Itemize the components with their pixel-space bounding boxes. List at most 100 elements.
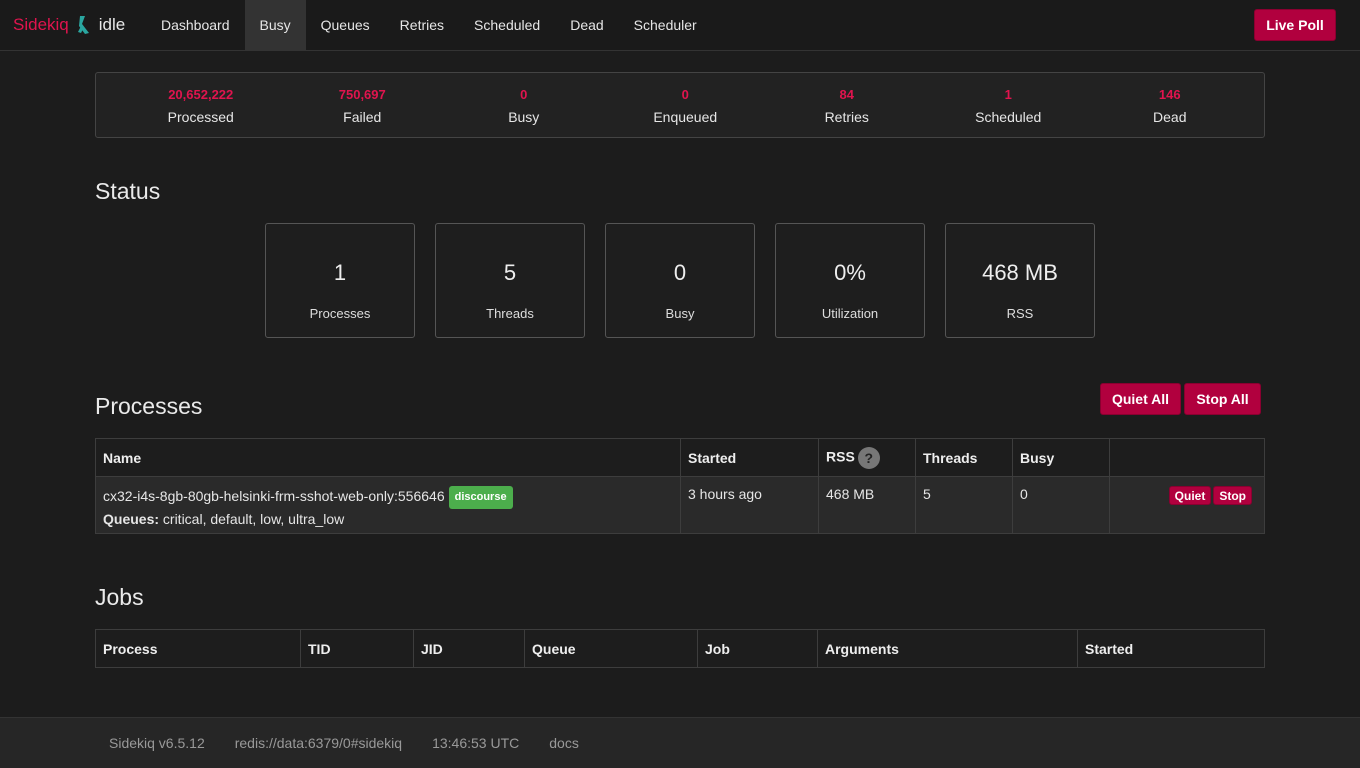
actions-cell: Quiet Stop xyxy=(1109,476,1265,534)
stat-count: 146 xyxy=(1158,87,1181,102)
queues-list: critical, default, low, ultra_low xyxy=(162,511,345,527)
nav-scheduled[interactable]: Scheduled xyxy=(459,0,555,50)
card-label: Busy xyxy=(665,306,695,321)
help-icon[interactable]: ? xyxy=(857,447,880,469)
col-busy: Busy xyxy=(1012,438,1110,477)
stat-label: Failed xyxy=(343,109,382,125)
nav-label: Scheduled xyxy=(474,17,541,33)
brand-link[interactable]: Sidekiq idle xyxy=(0,0,146,50)
live-poll-button[interactable]: Live Poll xyxy=(1254,9,1336,41)
nav-dashboard[interactable]: Dashboard xyxy=(146,0,245,50)
nav-label: Dashboard xyxy=(161,17,230,33)
card-threads: 5 Threads xyxy=(435,223,585,338)
threads-cell: 5 xyxy=(915,476,1013,534)
brand-name: Sidekiq xyxy=(13,15,69,34)
col-rss: RSS? xyxy=(818,438,916,477)
stat-count: 1 xyxy=(1004,87,1012,102)
nav-label: Busy xyxy=(259,17,291,33)
processes-table: Name Started RSS? Threads Busy cx32-i4s-… xyxy=(95,438,1265,534)
stat-label: Busy xyxy=(508,109,540,125)
nav-busy[interactable]: Busy xyxy=(244,0,306,50)
card-value: 0% xyxy=(834,260,866,285)
card-value: 1 xyxy=(333,260,347,285)
queues-label: Queues: xyxy=(103,511,160,527)
process-actions: Quiet All Stop All xyxy=(1100,383,1261,415)
footer-time: 13:46:53 UTC xyxy=(432,735,520,751)
summary-bar: 20,652,222 Processed 750,697 Failed 0 Bu… xyxy=(95,72,1265,138)
col-jid: JID xyxy=(413,629,525,668)
card-label: RSS xyxy=(1006,306,1034,321)
stat-count: 0 xyxy=(520,87,528,102)
nav-scheduler[interactable]: Scheduler xyxy=(619,0,712,50)
quiet-button[interactable]: Quiet xyxy=(1168,486,1212,505)
stat-label: Dead xyxy=(1153,109,1187,125)
col-process: Process xyxy=(95,629,301,668)
processes-heading: Processes xyxy=(95,393,203,419)
col-job: Job xyxy=(697,629,818,668)
table-row: cx32-i4s-8gb-80gb-helsinki-frm-sshot-web… xyxy=(95,476,1265,534)
footer-redis: redis://data:6379/0#sidekiq xyxy=(234,735,403,751)
card-value: 5 xyxy=(503,260,517,285)
footer-docs-link[interactable]: docs xyxy=(549,735,579,751)
col-started: Started xyxy=(680,438,819,477)
nav-label: Dead xyxy=(570,17,604,33)
card-label: Utilization xyxy=(821,306,879,321)
footer-version: Sidekiq v6.5.12 xyxy=(109,735,205,751)
col-rss-label: RSS xyxy=(826,448,855,465)
rss-cell: 468 MB xyxy=(818,476,916,534)
stat-processed[interactable]: 20,652,222 Processed xyxy=(120,87,282,137)
card-utilization: 0% Utilization xyxy=(775,223,925,338)
stat-failed[interactable]: 750,697 Failed xyxy=(282,87,444,137)
stat-count: 0 xyxy=(681,87,689,102)
jobs-heading: Jobs xyxy=(95,584,144,610)
status-heading: Status xyxy=(95,178,161,204)
stop-button[interactable]: Stop xyxy=(1213,486,1252,505)
started-cell: 3 hours ago xyxy=(680,476,819,534)
nav-queues[interactable]: Queues xyxy=(306,0,385,50)
process-name: cx32-i4s-8gb-80gb-helsinki-frm-sshot-web… xyxy=(103,488,445,504)
card-busy: 0 Busy xyxy=(605,223,755,338)
sidekiq-logo-icon xyxy=(77,15,91,35)
col-queue: Queue xyxy=(524,629,698,668)
stat-count: 84 xyxy=(839,87,854,102)
stat-busy[interactable]: 0 Busy xyxy=(443,87,605,137)
navbar: Sidekiq idle Dashboard Busy Queues Retri… xyxy=(0,0,1360,51)
table-header-row: Name Started RSS? Threads Busy xyxy=(95,438,1265,477)
busy-cell: 0 xyxy=(1012,476,1110,534)
col-arguments: Arguments xyxy=(817,629,1078,668)
stat-label: Scheduled xyxy=(975,109,1042,125)
process-name-cell: cx32-i4s-8gb-80gb-helsinki-frm-sshot-web… xyxy=(95,476,681,534)
process-tag: discourse xyxy=(448,486,513,509)
stat-label: Retries xyxy=(824,109,869,125)
stat-count: 20,652,222 xyxy=(168,87,234,102)
brand-state: idle xyxy=(98,15,126,34)
col-threads: Threads xyxy=(915,438,1013,477)
card-rss: 468 MB RSS xyxy=(945,223,1095,338)
card-value: 468 MB xyxy=(982,260,1058,285)
stat-count: 750,697 xyxy=(338,87,386,102)
nav-label: Queues xyxy=(320,17,370,33)
stat-label: Processed xyxy=(167,109,234,125)
stat-retries[interactable]: 84 Retries xyxy=(766,87,928,137)
nav-dead[interactable]: Dead xyxy=(555,0,618,50)
nav-label: Scheduler xyxy=(633,17,697,33)
col-tid: TID xyxy=(300,629,414,668)
col-actions xyxy=(1109,438,1265,477)
col-name: Name xyxy=(95,438,681,477)
col-started: Started xyxy=(1077,629,1265,668)
footer: Sidekiq v6.5.12 redis://data:6379/0#side… xyxy=(0,717,1360,768)
stat-dead[interactable]: 146 Dead xyxy=(1089,87,1251,137)
quiet-all-button[interactable]: Quiet All xyxy=(1100,383,1181,415)
card-label: Threads xyxy=(486,306,534,321)
card-processes: 1 Processes xyxy=(265,223,415,338)
stat-scheduled[interactable]: 1 Scheduled xyxy=(928,87,1090,137)
status-cards: 1 Processes 5 Threads 0 Busy 0% Utilizat… xyxy=(265,223,1095,338)
jobs-table: Process TID JID Queue Job Arguments Star… xyxy=(95,629,1265,668)
stat-label: Enqueued xyxy=(653,109,718,125)
nav-retries[interactable]: Retries xyxy=(385,0,459,50)
stat-enqueued[interactable]: 0 Enqueued xyxy=(605,87,767,137)
card-label: Processes xyxy=(309,306,371,321)
card-value: 0 xyxy=(673,260,687,285)
nav-label: Retries xyxy=(399,17,445,33)
stop-all-button[interactable]: Stop All xyxy=(1184,383,1261,415)
